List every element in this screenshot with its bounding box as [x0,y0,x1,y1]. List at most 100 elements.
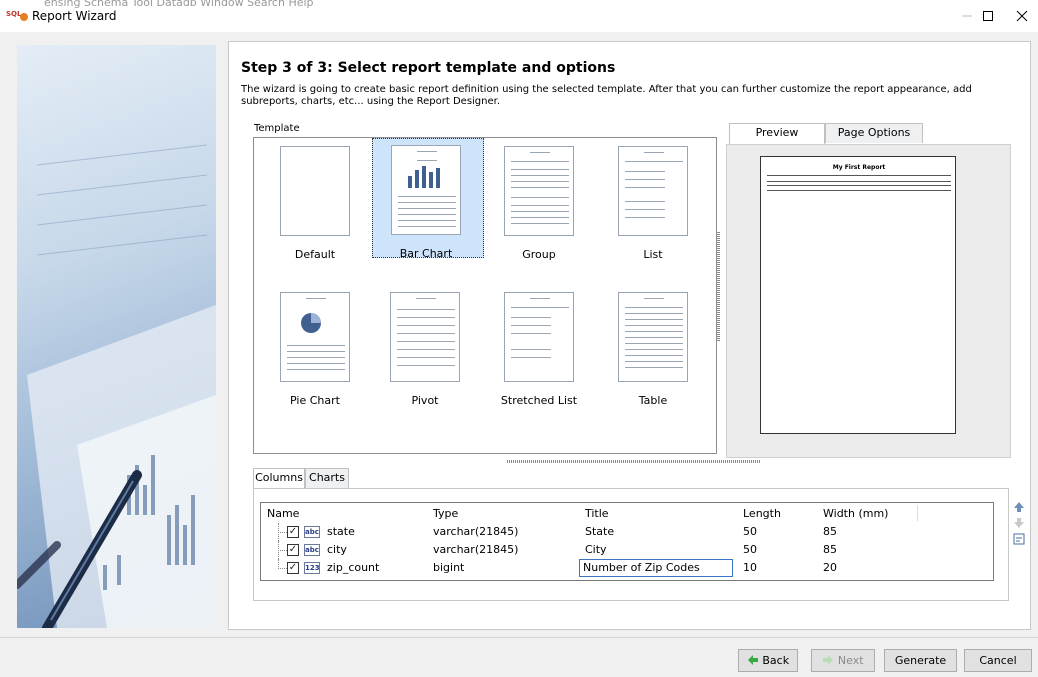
column-header-title[interactable]: Title [585,507,609,520]
next-button[interactable]: Next [811,649,875,672]
columns-table[interactable]: Name Type Title Length Width (mm) ✓ abc … [260,502,994,581]
wizard-side-image [17,45,216,628]
column-properties-button[interactable] [1012,533,1026,547]
template-label-pie-chart: Pie Chart [290,394,340,407]
row-name: city [327,543,347,556]
background-menu-ghost: ensing Schema Tool Datadb Window Search … [44,0,314,9]
report-wizard-window: ensing Schema Tool Datadb Window Search … [0,0,1038,677]
template-label-group: Group [522,248,556,261]
template-stretched-list[interactable]: Stretched List [486,286,598,407]
tree-connector [278,568,287,569]
arrow-down-icon [1014,518,1024,528]
text-type-icon: abc [304,526,320,538]
row-name: state [327,525,355,538]
column-header-length[interactable]: Length [743,507,781,520]
row-type: varchar(21845) [433,543,519,556]
template-label: Template [254,123,300,134]
row-width[interactable]: 85 [823,543,837,556]
cancel-button[interactable]: Cancel [964,649,1032,672]
template-list[interactable]: List [600,140,712,261]
columns-panel: Name Type Title Length Width (mm) ✓ abc … [253,488,1009,601]
template-thumbnail [504,292,574,382]
step-title: Step 3 of 3: Select report template and … [241,60,616,76]
cancel-button-label: Cancel [979,654,1017,667]
tree-connector [278,532,287,533]
template-table[interactable]: Table [600,286,712,407]
template-pie-chart[interactable]: Pie Chart [262,286,374,407]
generate-button[interactable]: Generate [884,649,957,672]
template-label-table: Table [638,394,668,407]
template-label-list: List [643,248,663,261]
horizontal-splitter[interactable] [507,460,761,463]
preview-report-title: My First Report [832,164,886,171]
row-width[interactable]: 85 [823,525,837,538]
tab-charts[interactable]: Charts [305,468,349,488]
row-title: Number of Zip Codes [583,561,700,574]
header-divider [917,505,918,521]
template-default[interactable]: Default [262,140,374,261]
step-description: The wizard is going to create basic repo… [241,84,972,107]
next-arrow-icon [823,655,834,665]
back-button[interactable]: Back [738,649,798,672]
arrow-up-icon [1014,502,1024,512]
row-checkbox[interactable]: ✓ [287,526,299,538]
svg-text:SQL: SQL [6,10,22,18]
tab-preview[interactable]: Preview [729,123,825,144]
preview-area: My First Report [726,144,1011,458]
row-title[interactable]: City [585,543,607,556]
row-length[interactable]: 50 [743,543,757,556]
template-thumbnail [280,146,350,236]
vertical-splitter[interactable] [717,232,720,342]
table-row[interactable]: ✓ 123 zip_count bigint Number of Zip Cod… [261,559,993,577]
row-checkbox[interactable]: ✓ [287,562,299,574]
title-edit-field[interactable]: Number of Zip Codes [579,559,733,577]
generate-button-label: Generate [894,654,947,667]
maximize-icon [983,11,993,21]
tab-page-options[interactable]: Page Options [825,123,923,143]
tab-columns[interactable]: Columns [253,468,305,489]
template-pivot[interactable]: Pivot [372,286,484,407]
template-thumbnail [391,145,461,235]
row-checkbox[interactable]: ✓ [287,544,299,556]
column-header-name[interactable]: Name [267,507,299,520]
template-label-default: Default [294,248,336,261]
column-header-type[interactable]: Type [433,507,458,520]
row-type: bigint [433,561,465,574]
table-row[interactable]: ✓ abc state varchar(21845) State 50 85 [261,523,993,541]
title-bar: ensing Schema Tool Datadb Window Search … [0,0,1038,32]
preview-page: My First Report [760,156,956,434]
wizard-main-panel: Step 3 of 3: Select report template and … [228,41,1031,630]
row-name: zip_count [327,561,380,574]
next-button-label: Next [837,654,864,667]
column-header-width[interactable]: Width (mm) [823,507,888,520]
app-icon: SQL [6,10,28,21]
move-up-button[interactable] [1012,501,1026,515]
move-down-button[interactable] [1012,517,1026,531]
back-button-label: Back [762,654,790,667]
pie-thumbnail-icon [301,313,321,333]
properties-icon [1013,533,1025,545]
tree-connector [278,550,287,551]
window-title: Report Wizard [32,9,117,23]
template-gallery[interactable]: Default Bar Chart Group List Pie Chart P… [253,137,717,454]
row-title[interactable]: State [585,525,614,538]
template-thumbnail [618,292,688,382]
text-type-icon: abc [304,544,320,556]
template-label-bar-chart: Bar Chart [399,247,453,260]
template-thumbnail [390,292,460,382]
template-bar-chart[interactable]: Bar Chart [372,138,484,260]
back-arrow-icon [747,655,758,665]
decorative-documents-image [17,144,216,628]
close-button[interactable] [999,0,1038,32]
row-length[interactable]: 10 [743,561,757,574]
template-label-stretched-list: Stretched List [500,394,578,407]
template-label-pivot: Pivot [411,394,439,407]
row-width[interactable]: 20 [823,561,837,574]
footer-separator [0,637,1038,638]
number-type-icon: 123 [304,562,320,574]
row-type: varchar(21845) [433,525,519,538]
row-length[interactable]: 50 [743,525,757,538]
table-row[interactable]: ✓ abc city varchar(21845) City 50 85 [261,541,993,559]
template-group[interactable]: Group [486,140,598,261]
template-thumbnail [280,292,350,382]
